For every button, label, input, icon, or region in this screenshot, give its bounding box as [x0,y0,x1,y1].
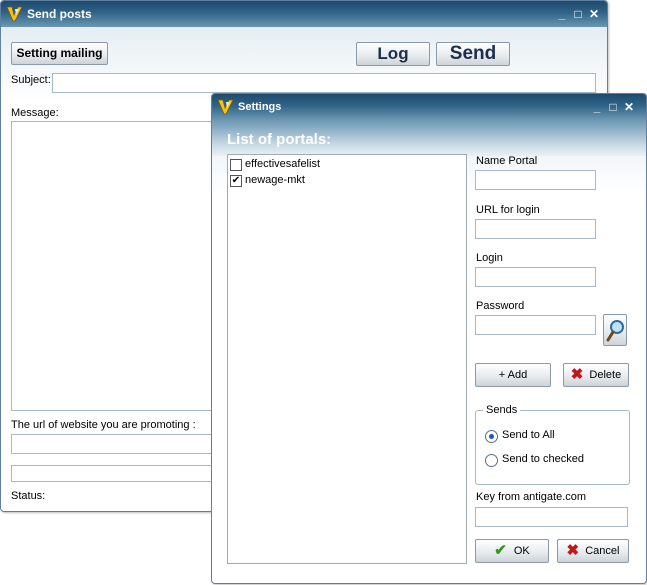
delete-button[interactable]: ✖ Delete [563,363,629,387]
setting-mailing-button[interactable]: Setting mailing [11,42,108,65]
list-of-portals-heading: List of portals: [227,131,332,148]
subject-input[interactable] [52,73,596,93]
log-label: Log [377,44,409,63]
cancel-x-icon: ✖ [566,542,580,560]
settings-window: Settings _ □ ✕ List of portals: effectiv… [211,93,647,584]
settings-title: Settings [238,101,282,113]
minimize-icon[interactable]: _ [590,100,604,114]
send-button[interactable]: Send [436,42,510,66]
maximize-icon[interactable]: □ [606,100,620,114]
name-portal-label: Name Portal [476,155,538,167]
setting-mailing-label: Setting mailing [16,46,103,60]
show-password-button[interactable] [603,314,627,346]
close-icon[interactable]: ✕ [622,100,636,114]
portal-name: newage-mkt [245,174,305,186]
ok-button[interactable]: ✔ OK [475,539,549,563]
sends-groupbox [475,410,630,485]
password-input[interactable] [475,315,596,335]
ok-label: OK [513,545,530,557]
portal-checkbox[interactable]: ✔ [230,175,242,187]
app-logo-icon [6,6,23,22]
delete-label: Delete [589,369,622,381]
subject-label: Subject: [11,74,51,86]
url-label: The url of website you are promoting : [11,419,196,431]
add-label: + Add [498,369,528,381]
url-input[interactable] [11,434,221,454]
cancel-label: Cancel [585,545,620,557]
portal-name: effectivesafelist [245,158,321,170]
delete-x-icon: ✖ [570,366,584,384]
send-label: Send [449,43,497,64]
minimize-icon[interactable]: _ [555,7,569,21]
send-to-checked-label: Send to checked [502,453,584,465]
antigate-key-input[interactable] [475,507,628,527]
send-posts-titlebar[interactable]: Send posts _ □ ✕ [1,1,607,27]
message-label: Message: [11,107,59,119]
url-login-label: URL for login [476,204,540,216]
log-button[interactable]: Log [356,42,430,66]
antigate-label: Key from antigate.com [476,491,587,503]
name-portal-input[interactable] [475,170,596,190]
close-icon[interactable]: ✕ [587,7,601,21]
url-login-input[interactable] [475,219,596,239]
checkmark-icon: ✔ [494,542,507,560]
portal-list[interactable]: effectivesafelist ✔ newage-mkt [227,154,467,564]
portal-checkbox[interactable] [230,159,242,171]
login-input[interactable] [475,267,596,287]
status-label: Status: [11,490,46,502]
cancel-button[interactable]: ✖ Cancel [557,539,629,563]
progress-bar [11,465,221,482]
login-label: Login [476,252,503,264]
maximize-icon[interactable]: □ [571,7,585,21]
send-to-checked-radio[interactable] [485,454,498,467]
magnifier-icon [606,320,624,342]
password-label: Password [476,300,525,312]
app-logo-icon [217,99,234,115]
send-to-all-radio[interactable] [485,430,498,443]
sends-group-label: Sends [483,404,521,416]
send-to-all-label: Send to All [502,429,555,441]
send-posts-title: Send posts [27,7,92,21]
message-textarea[interactable] [11,121,221,411]
settings-titlebar[interactable]: Settings _ □ ✕ [212,94,646,120]
add-button[interactable]: + Add [475,363,551,387]
